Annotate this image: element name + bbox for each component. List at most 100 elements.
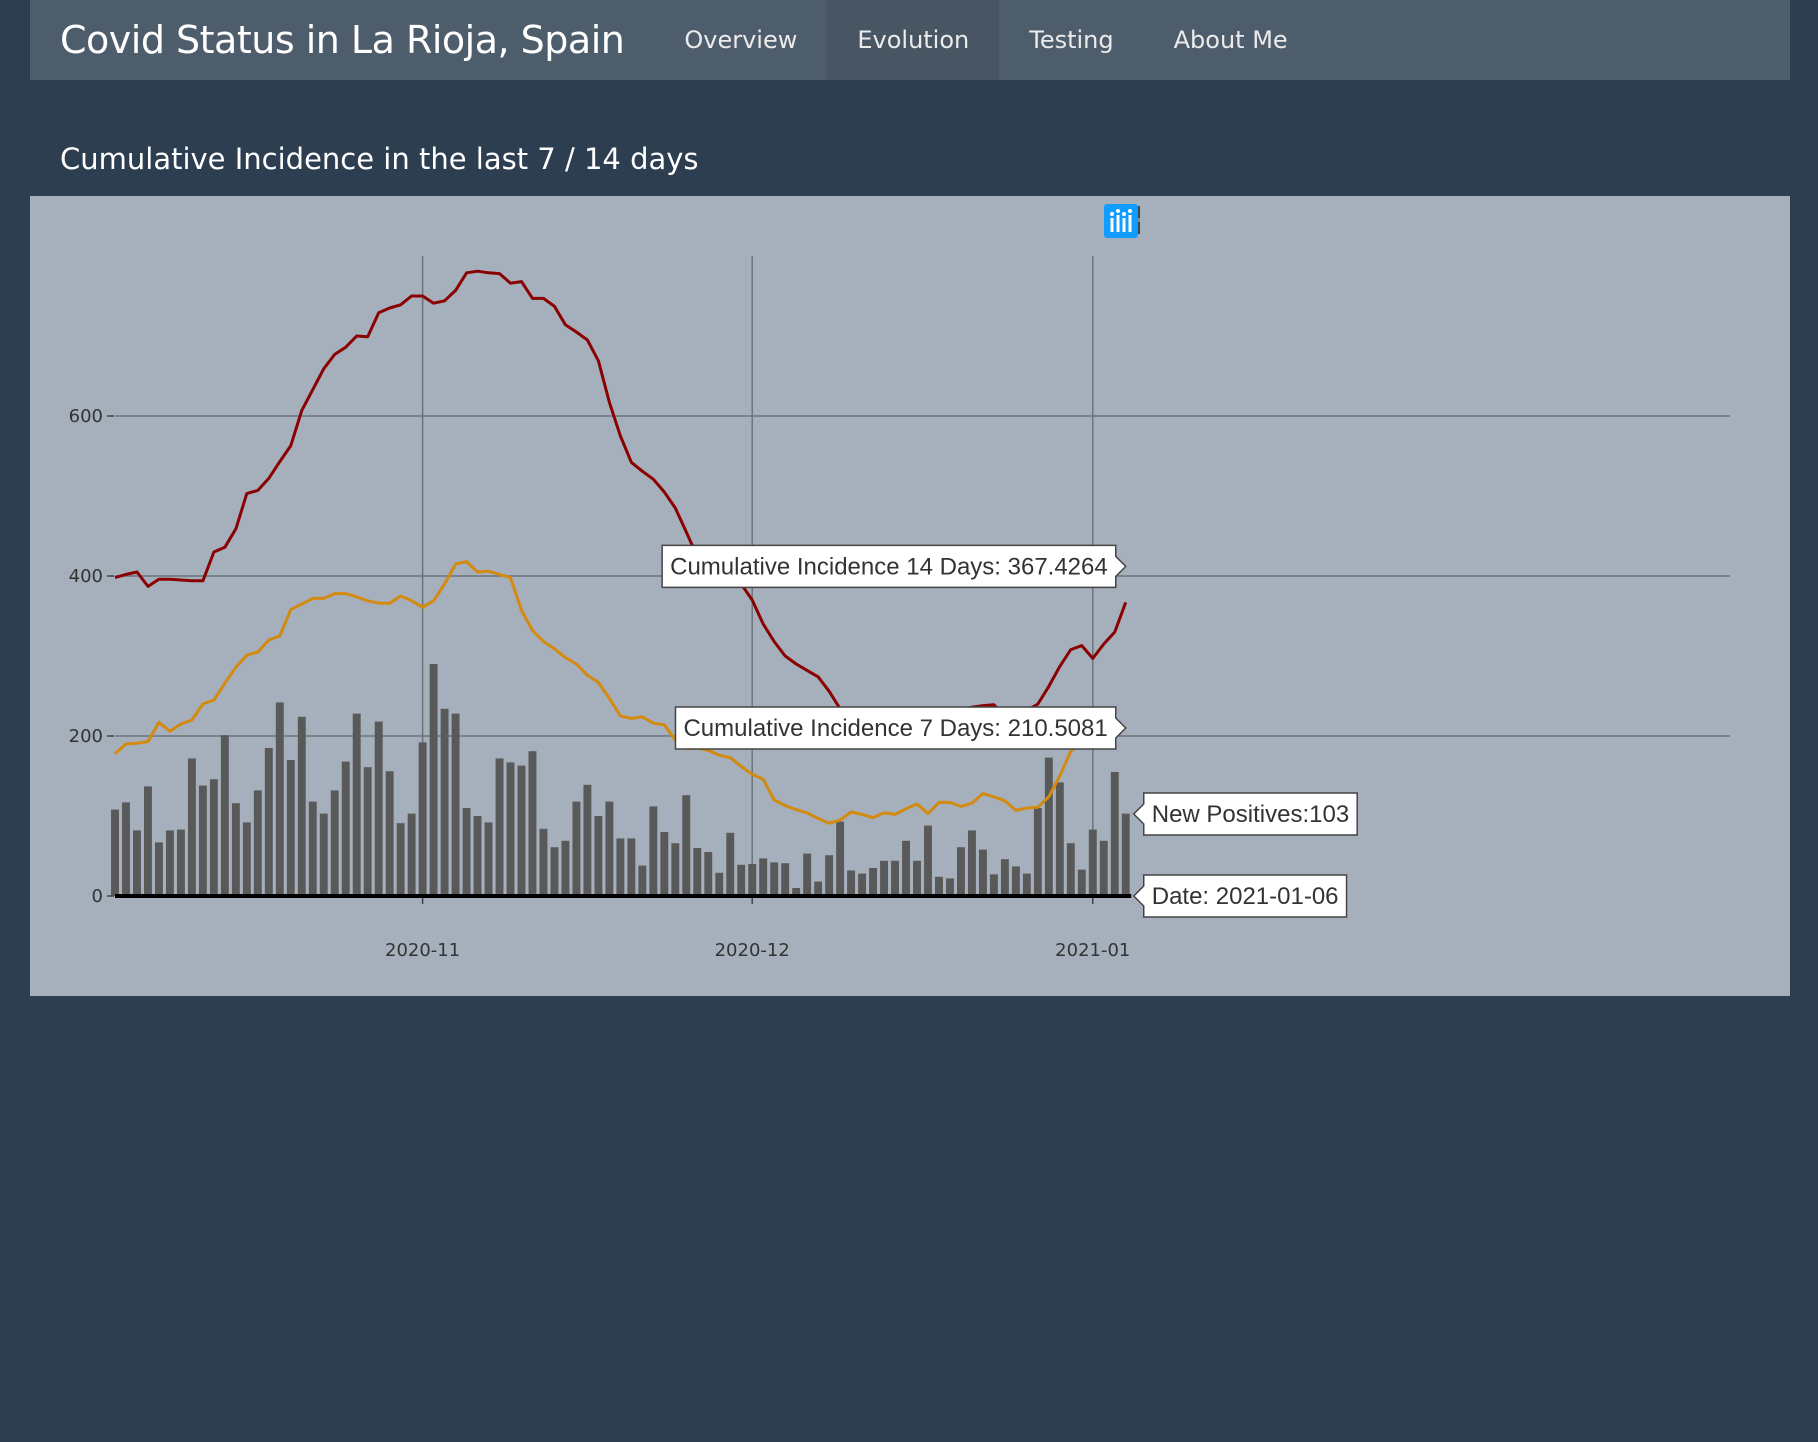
hover-label-text: Cumulative Incidence 14 Days: 367.4264	[670, 553, 1108, 580]
new-positives-bar	[1044, 757, 1053, 896]
new-positives-bar	[1110, 772, 1119, 896]
ci14-line	[114, 269, 1128, 734]
new-positives-bar	[429, 664, 438, 896]
hover-label: Date: 2021-01-06	[1132, 874, 1348, 918]
new-positives-bar	[308, 801, 317, 896]
nav-tab-evolution[interactable]: Evolution	[827, 0, 1000, 80]
new-positives-bar	[550, 847, 559, 896]
new-positives-bar	[649, 806, 658, 896]
new-positives-bar	[847, 870, 856, 896]
new-positives-bar	[231, 803, 240, 896]
new-positives-bar	[242, 822, 251, 896]
new-positives-bar	[913, 860, 921, 896]
new-positives-bar	[978, 849, 987, 896]
new-positives-bar	[352, 713, 361, 896]
chart-panel[interactable]: 0 200 400 600 2020-11 2020-12 2021-01 Cumulati…	[30, 196, 1790, 996]
new-positives-bar	[187, 758, 196, 896]
nav-tab-testing[interactable]: Testing	[999, 0, 1143, 80]
new-positives-bar	[484, 822, 493, 896]
lasso-icon[interactable]	[1106, 205, 1358, 246]
new-positives-bar	[374, 721, 383, 896]
new-positives-bar	[726, 832, 735, 896]
new-positives-bar	[363, 767, 372, 896]
new-positives-bar	[627, 838, 636, 896]
new-positives-bar	[418, 742, 427, 896]
new-positives-bar	[891, 860, 899, 896]
new-positives-bar	[989, 874, 998, 896]
new-positives-bar	[385, 771, 394, 896]
new-positives-bar	[671, 843, 680, 896]
new-positives-bar	[803, 853, 812, 896]
hover-closest-icon[interactable]	[1106, 206, 1674, 246]
pan-icon[interactable]	[1106, 206, 1262, 246]
new-positives-bar	[264, 748, 273, 896]
new-positives-bar	[946, 878, 954, 896]
new-positives-bar	[154, 842, 163, 896]
y-tick-label: 600	[69, 406, 103, 427]
new-positives-bar	[825, 855, 834, 896]
hover-label: Cumulative Incidence 7 Days: 210.5081	[674, 706, 1127, 750]
new-positives-bar	[1033, 808, 1042, 896]
plotly-modebar	[1104, 204, 1790, 248]
new-positives-bar	[594, 816, 603, 896]
new-positives-bar	[341, 761, 350, 896]
nav-tab-about-me[interactable]: About Me	[1144, 0, 1318, 80]
new-positives-bar	[451, 713, 460, 896]
new-positives-bar	[133, 830, 141, 896]
new-positives-bar	[956, 847, 965, 896]
new-positives-bar	[924, 825, 932, 896]
hover-label-text: New Positives:103	[1152, 801, 1349, 828]
new-positives-bar	[1121, 813, 1130, 896]
new-positives-bar	[561, 840, 570, 896]
new-positives-bar	[902, 840, 910, 896]
plotly-logo-icon[interactable]	[1104, 204, 1784, 246]
new-positives-bar	[616, 838, 625, 896]
hover-label: New Positives:103	[1132, 792, 1358, 836]
incidence-chart[interactable]: 0 200 400 600 2020-11 2020-12 2021-01 Cumulati…	[30, 196, 1790, 996]
new-positives-bar	[737, 864, 746, 896]
new-positives-bar	[1000, 859, 1009, 896]
reset-axes-icon[interactable]	[1105, 206, 1564, 246]
new-positives-bars[interactable]	[111, 664, 1130, 896]
new-positives-bar	[583, 784, 592, 896]
new-positives-bar	[1077, 869, 1086, 896]
hover-label-text: Date: 2021-01-06	[1152, 883, 1339, 910]
new-positives-bar	[517, 765, 526, 896]
new-positives-bar	[715, 872, 724, 896]
new-positives-bar	[1066, 843, 1075, 896]
new-positives-bar	[967, 830, 976, 896]
spike-lines-icon[interactable]	[1107, 206, 1626, 246]
hover-label-text: Cumulative Incidence 7 Days: 210.5081	[683, 715, 1107, 742]
new-positives-bar	[748, 864, 757, 896]
new-positives-bar	[605, 801, 614, 896]
new-positives-bar	[165, 830, 174, 896]
zoom-out-icon[interactable]	[1105, 205, 1468, 246]
new-positives-bar	[111, 809, 119, 896]
nav-tab-overview[interactable]: Overview	[654, 0, 827, 80]
y-tick-label: 0	[92, 886, 103, 907]
new-positives-bar	[781, 863, 790, 896]
new-positives-bar	[209, 779, 218, 896]
new-positives-bar	[935, 876, 943, 896]
new-positives-bar	[770, 862, 779, 896]
new-positives-bar	[275, 702, 284, 896]
autoscale-icon[interactable]	[1105, 205, 1516, 246]
box-select-icon[interactable]	[1105, 205, 1310, 246]
new-positives-bar	[462, 808, 471, 896]
new-positives-bar	[176, 829, 185, 896]
new-positives-bar	[473, 816, 482, 896]
empty-content-area	[0, 996, 1818, 1442]
new-positives-bar	[506, 762, 515, 896]
new-positives-bar	[836, 821, 845, 896]
new-positives-bar	[330, 790, 339, 896]
hover-compare-icon[interactable]	[1106, 206, 1722, 246]
new-positives-bar	[858, 873, 867, 896]
zoom-in-icon[interactable]	[1105, 205, 1420, 246]
new-positives-bar	[539, 828, 548, 896]
new-positives-bar	[286, 760, 295, 896]
app-brand-title[interactable]: Covid Status in La Rioja, Spain	[30, 18, 654, 62]
new-positives-bar	[122, 802, 130, 896]
new-positives-bar	[440, 708, 449, 896]
zoom-icon[interactable]	[1105, 205, 1214, 246]
navbar: Covid Status in La Rioja, Spain Overview…	[30, 0, 1790, 80]
